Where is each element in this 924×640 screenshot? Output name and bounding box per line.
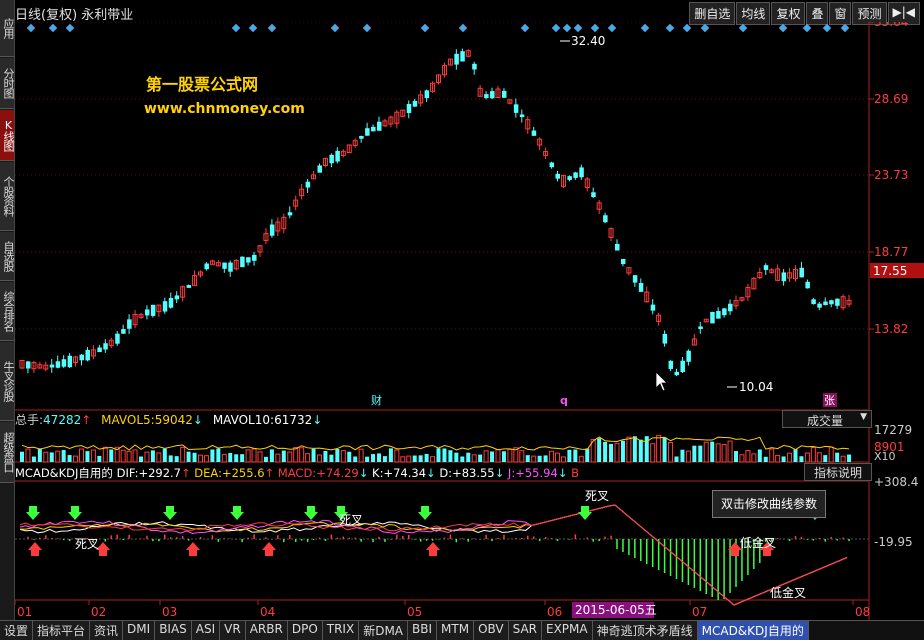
time-tick: 07 [692, 605, 707, 619]
marker-cai: 财 [371, 393, 382, 407]
annotation-death-cross-2: 死叉 [339, 513, 363, 527]
indicator-header: MCAD&KDJ自用的 DIF:+292.7↑ DEA:+255.6↑ MACD… [15, 466, 579, 480]
tab-11[interactable]: BBI [408, 621, 438, 640]
watermark-url: www.chnmoney.com [144, 101, 305, 117]
kline-chart-area[interactable]: 第一股票公式网 www.chnmoney.com 32.40 10.04 财 q… [15, 22, 924, 620]
total-value: 47282 [43, 413, 82, 427]
event-markers [26, 23, 850, 33]
annotation-low-golden-cross-2: 低金叉 [770, 585, 806, 600]
time-tick: 08 [855, 605, 870, 619]
macd-value: +74.29 [316, 466, 359, 480]
cursor-date: 2015-06-05五 [575, 603, 657, 617]
volume-axis-top: 17279 [874, 423, 912, 437]
marker-q: q [560, 394, 568, 407]
low-price-label: 10.04 [739, 380, 773, 394]
nav-item-7[interactable]: 超级盘口 [0, 422, 14, 483]
tab-4[interactable]: BIAS [155, 621, 192, 640]
nav-item-4[interactable]: 自选股 [0, 232, 14, 281]
mavol5-value: 59042 [154, 413, 193, 427]
left-nav: 应用 分时图 K线图 个股资料 自选股 综合排名 牛叉诊股 超级盘口 [0, 0, 15, 620]
j-value: +55.94 [515, 466, 558, 480]
price-tick: 23.73 [874, 168, 908, 182]
tooltip: 双击修改曲线参数 [712, 490, 826, 518]
price-tick: 28.69 [874, 92, 908, 106]
chart-title: 日线(复权) 永利带业 [15, 8, 134, 23]
nav-item-6[interactable]: 牛叉诊股 [0, 342, 14, 421]
nav-item-5[interactable]: 综合排名 [0, 282, 14, 341]
dea-value: +255.6 [221, 466, 265, 480]
volume-indicator-dropdown[interactable]: 成交量 ▼ [782, 410, 872, 428]
tab-3[interactable]: DMI [123, 621, 156, 640]
volume-header: 总手:47282↑ MAVOL5:59042↓ MAVOL10:61732↓ [15, 413, 323, 427]
tab-0[interactable]: 设置 [0, 621, 34, 640]
tab-9[interactable]: TRIX [322, 621, 360, 640]
k-value: +74.34 [383, 466, 427, 480]
tab-14[interactable]: SAR [508, 621, 542, 640]
indicator-tabs: 设置 指标平台 资讯 DMI BIAS ASI VR ARBR DPO TRIX 新DMA BBI MT… [0, 620, 924, 640]
candlesticks [19, 48, 852, 377]
tab-2[interactable]: 资讯 [90, 621, 124, 640]
time-tick: 01 [17, 605, 32, 619]
watermark-title: 第一股票公式网 [146, 75, 258, 94]
tab-13[interactable]: OBV [474, 621, 509, 640]
b-value: B [571, 466, 579, 480]
price-tick: 13.82 [874, 322, 908, 336]
volume-unit: X10 [874, 450, 896, 463]
price-axis: 33.64 28.69 23.73 18.77 13.82 [869, 22, 908, 336]
total-label: 总手: [15, 413, 44, 427]
time-tick: 03 [162, 605, 177, 619]
nav-item-0[interactable]: 应用 [0, 0, 14, 57]
price-tick: 18.77 [874, 245, 908, 259]
tab-5[interactable]: ASI [191, 621, 221, 640]
tab-1[interactable]: 指标平台 [33, 621, 91, 640]
tab-12[interactable]: MTM [437, 621, 475, 640]
tab-6[interactable]: VR [220, 621, 246, 640]
indicator-name: MCAD&KDJ自用的 [15, 466, 113, 480]
chevron-down-icon: ▼ [860, 412, 867, 422]
mavol10-value: 61732 [274, 413, 313, 427]
indicator-help-button[interactable]: 指标说明 [804, 463, 872, 481]
mavol10-label: MAVOL10: [212, 413, 275, 427]
current-price-tag: 17.55 [873, 264, 907, 278]
tab-17[interactable]: MCAD&KDJ自用的 [697, 621, 809, 640]
indicator-axis-top: +308.4 [874, 475, 918, 489]
dif-value: +292.7 [138, 466, 181, 480]
volume-bars [20, 434, 852, 463]
time-tick: 05 [407, 605, 422, 619]
marker-zhang: 张 [824, 394, 835, 407]
nav-item-3[interactable]: 个股资料 [0, 162, 14, 231]
annotation-death-cross-3: 死叉 [585, 489, 609, 503]
mouse-pointer-icon [655, 371, 668, 392]
tab-10[interactable]: 新DMA [359, 621, 409, 640]
time-axis: 01 02 03 04 05 06 07 08 [15, 600, 870, 619]
volume-dropdown-label: 成交量 [807, 414, 844, 428]
time-tick: 02 [91, 605, 106, 619]
high-price-label: 32.40 [571, 34, 605, 48]
nav-item-2[interactable]: K线图 [0, 110, 14, 161]
annotation-low-golden-cross-1: 低金叉 [740, 535, 776, 550]
time-tick: 06 [547, 605, 562, 619]
tab-16[interactable]: 神奇逃顶术矛盾线 [592, 621, 698, 640]
annotation-death-cross-1: 死叉 [75, 537, 99, 551]
tab-7[interactable]: ARBR [245, 621, 288, 640]
nav-item-1[interactable]: 分时图 [0, 58, 14, 109]
tab-8[interactable]: DPO [287, 621, 323, 640]
price-tick: 33.64 [874, 22, 908, 29]
indicator-axis-bottom: -19.95 [874, 535, 913, 549]
tab-15[interactable]: EXPMA [542, 621, 593, 640]
time-tick: 04 [260, 605, 275, 619]
mavol5-label: MAVOL5: [101, 413, 155, 427]
d-value: +83.55 [452, 466, 495, 480]
